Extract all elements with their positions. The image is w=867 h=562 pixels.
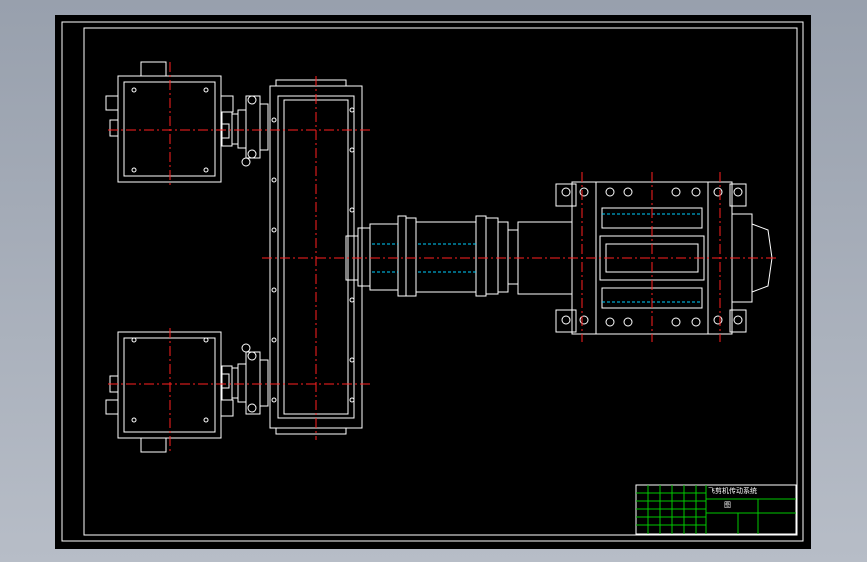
drive-shaft (357, 215, 519, 297)
cad-drawing (61, 21, 804, 542)
title-block-subtitle: 图 (724, 501, 731, 509)
title-block-name: 飞剪机传动系统 (708, 487, 757, 495)
inner-frame (83, 27, 798, 536)
center-lines (108, 62, 776, 452)
outer-frame (61, 21, 804, 542)
